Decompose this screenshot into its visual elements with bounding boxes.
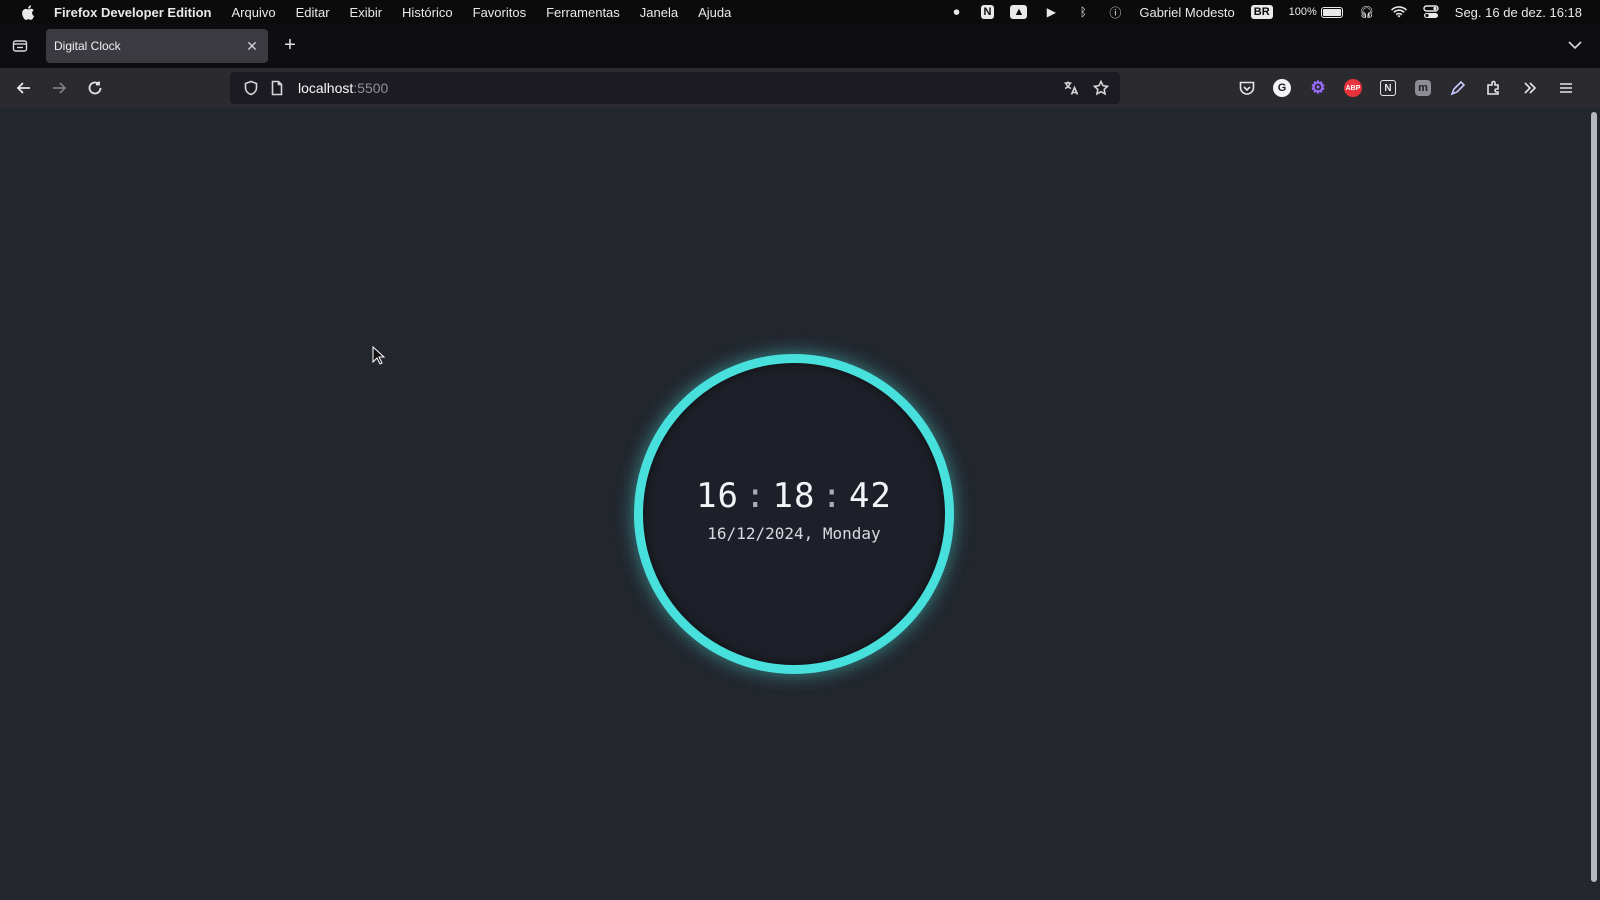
url-port: :5500 (353, 80, 389, 96)
control-center-icon[interactable] (1423, 4, 1439, 20)
back-arrow-icon[interactable] (13, 77, 35, 99)
menubar-clock[interactable]: Seg. 16 de dez. 16:18 (1455, 5, 1582, 20)
scrollbar[interactable] (1591, 112, 1597, 882)
bluetooth-icon[interactable]: ᛒ (1075, 4, 1091, 20)
play-circle-icon[interactable]: ▶ (1043, 4, 1059, 20)
new-tab-button[interactable]: + (280, 35, 300, 56)
clock-hours: 16 (696, 476, 740, 516)
record-icon[interactable]: ⏺ (949, 4, 965, 20)
input-source-badge[interactable]: BR (1250, 5, 1273, 19)
menu-ferramentas[interactable]: Ferramentas (546, 5, 620, 20)
menu-editar[interactable]: Editar (296, 5, 330, 20)
tab-strip: Digital Clock ✕ + (0, 24, 1600, 68)
clock-separator: : (821, 476, 843, 516)
headphones-icon[interactable]: 🎧︎ (1359, 4, 1375, 20)
menu-janela[interactable]: Janela (640, 5, 678, 20)
mouse-cursor-icon (372, 346, 386, 365)
reload-icon[interactable] (84, 77, 106, 99)
clock-time: 16:18:42 (634, 476, 954, 516)
clock-minutes: 18 (772, 476, 816, 516)
notion-tray-icon[interactable]: N (980, 5, 995, 19)
notion-label: N (1380, 80, 1396, 96)
adblock-icon[interactable]: ABP (1343, 78, 1363, 98)
battery-percent: 100% (1288, 6, 1317, 18)
grammarly-icon[interactable]: G (1272, 78, 1292, 98)
adblock-label: ABP (1344, 79, 1362, 97)
menu-arquivo[interactable]: Arquivo (231, 5, 275, 20)
menu-icon[interactable] (1556, 78, 1576, 98)
forward-arrow-icon[interactable] (48, 77, 70, 99)
menu-exibir[interactable]: Exibir (350, 5, 383, 20)
overflow-icon[interactable] (1520, 78, 1540, 98)
url-text[interactable]: localhost:5500 (298, 80, 388, 96)
extensions-icon[interactable] (1484, 78, 1504, 98)
tab-digital-clock[interactable]: Digital Clock ✕ (46, 29, 268, 63)
mastodon-label: m (1415, 80, 1431, 96)
bookmark-star-icon[interactable] (1092, 79, 1110, 97)
url-bar[interactable]: localhost:5500 (230, 72, 1120, 104)
notion-icon[interactable]: N (1378, 78, 1398, 98)
wifi-icon[interactable] (1390, 4, 1407, 20)
menu-favoritos[interactable]: Favoritos (473, 5, 526, 20)
close-tab-icon[interactable]: ✕ (244, 38, 260, 54)
navigation-toolbar: localhost:5500 G ⚙ ABP N m (0, 68, 1600, 108)
clock-date: 16/12/2024, Monday (707, 524, 881, 543)
grammarly-label: G (1273, 79, 1291, 97)
url-host: localhost (298, 80, 354, 96)
user-name[interactable]: Gabriel Modesto (1139, 5, 1234, 20)
firefox-view-icon[interactable] (10, 36, 30, 56)
pen-icon[interactable] (1448, 78, 1468, 98)
battery-icon (1320, 6, 1343, 18)
shield-icon[interactable] (242, 79, 260, 97)
translate-icon[interactable] (1062, 79, 1080, 97)
clock-separator: : (745, 476, 767, 516)
page-icon[interactable] (268, 79, 286, 97)
pocket-icon[interactable] (1237, 78, 1257, 98)
drive-tray-icon[interactable]: ▲ (1010, 5, 1028, 19)
tab-title: Digital Clock (54, 39, 121, 53)
app-name-menu[interactable]: Firefox Developer Edition (54, 5, 211, 20)
battery-status[interactable]: 100% (1289, 6, 1343, 18)
menu-historico[interactable]: Histórico (402, 5, 453, 20)
gear-extension-icon[interactable]: ⚙ (1308, 78, 1328, 98)
info-circle-icon[interactable]: ⓘ (1107, 4, 1123, 20)
menu-ajuda[interactable]: Ajuda (698, 5, 731, 20)
clock-seconds: 42 (848, 476, 892, 516)
apple-logo-icon[interactable] (18, 3, 36, 21)
macos-menu-bar: Firefox Developer Edition Arquivo Editar… (0, 0, 1600, 24)
mastodon-icon[interactable]: m (1413, 78, 1433, 98)
chevron-down-icon[interactable] (1566, 36, 1584, 54)
